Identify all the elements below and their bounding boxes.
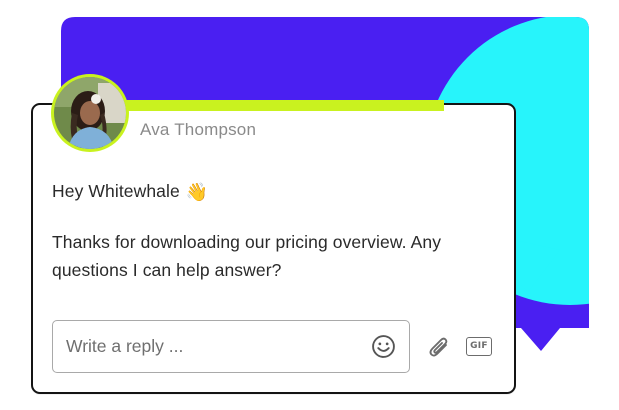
greeting-text: Hey Whitewhale [52,181,180,201]
avatar [54,77,126,149]
sender-name: Ava Thompson [140,120,257,139]
reply-input[interactable] [66,321,356,371]
card-accent-bar [78,100,444,111]
smiley-icon[interactable] [371,334,396,359]
gif-button[interactable]: GIF [466,337,492,356]
waving-hand-emoji: 👋 [185,182,209,202]
avatar-ring [51,74,129,152]
paperclip-icon[interactable] [427,334,451,360]
message-body-line-2: questions I can help answer? [52,260,282,280]
message-body-line-1: Thanks for downloading our pricing overv… [52,232,442,252]
reply-box [52,320,410,373]
chat-widget: Ava Thompson Hey Whitewhale 👋 Thanks for … [0,0,619,410]
message-greeting: Hey Whitewhale 👋 [52,181,208,203]
